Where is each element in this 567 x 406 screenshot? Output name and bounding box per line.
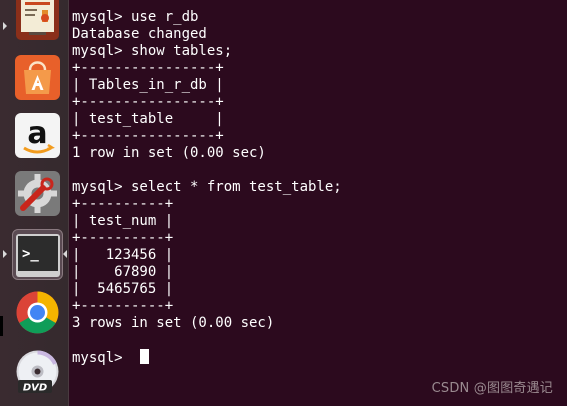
- window-edge: [0, 316, 3, 336]
- shopping-bag-icon: [15, 55, 60, 100]
- launcher-item-software-center[interactable]: [12, 52, 63, 103]
- terminal-line: | 67890 |: [72, 264, 174, 280]
- terminal-line: | Tables_in_r_db |: [72, 77, 224, 93]
- dvd-icon: DVD: [16, 350, 59, 394]
- terminal-line: | 5465765 |: [72, 281, 174, 297]
- amazon-icon: a: [15, 113, 60, 158]
- presentation-icon: [16, 0, 59, 40]
- terminal-line: +----------------+: [72, 60, 224, 76]
- launcher-item-chromium[interactable]: [12, 287, 63, 338]
- terminal-line: | 123456 |: [72, 247, 174, 263]
- svg-text:>_: >_: [22, 246, 39, 262]
- terminal-line: mysql> show tables;: [72, 43, 233, 59]
- svg-text:a: a: [27, 116, 47, 151]
- terminal-line: 1 row in set (0.00 sec): [72, 145, 266, 161]
- terminal-line: | test_table |: [72, 111, 224, 127]
- terminal-cursor: [140, 349, 150, 364]
- unity-launcher: a >_ DVD: [0, 0, 69, 406]
- terminal-icon: >_: [16, 234, 60, 277]
- desktop: a >_ DVD mysql> use r_db Database change…: [0, 0, 567, 406]
- terminal-line: +----------------+: [72, 94, 224, 110]
- watermark: CSDN @图图奇遇记: [431, 381, 553, 396]
- terminal-line: +----------------+: [72, 128, 224, 144]
- terminal-window[interactable]: mysql> use r_db Database changed mysql> sh…: [69, 0, 567, 406]
- terminal-line: mysql> use r_db: [72, 9, 199, 25]
- settings-wrench-icon: [15, 171, 60, 216]
- terminal-line: Database changed: [72, 26, 207, 42]
- svg-text:DVD: DVD: [23, 383, 47, 394]
- terminal-line: +----------+: [72, 298, 174, 314]
- terminal-prompt: mysql>: [72, 350, 132, 366]
- terminal-line: | test_num |: [72, 213, 174, 229]
- launcher-item-dvd[interactable]: DVD: [12, 346, 63, 397]
- terminal-line: +----------+: [72, 196, 174, 212]
- terminal-line: mysql> select * from test_table;: [72, 179, 342, 195]
- launcher-item-terminal[interactable]: >_: [12, 229, 63, 280]
- launcher-item-amazon[interactable]: a: [12, 110, 63, 161]
- launcher-item-system-settings[interactable]: [12, 168, 63, 219]
- launcher-item-impress[interactable]: [12, 0, 63, 51]
- chrome-icon: [16, 291, 59, 334]
- terminal-line: 3 rows in set (0.00 sec): [72, 315, 275, 331]
- terminal-output: mysql> use r_db Database changed mysql> sh…: [72, 9, 342, 366]
- terminal-prompt-line[interactable]: mysql>: [72, 349, 342, 366]
- terminal-line: +----------+: [72, 230, 174, 246]
